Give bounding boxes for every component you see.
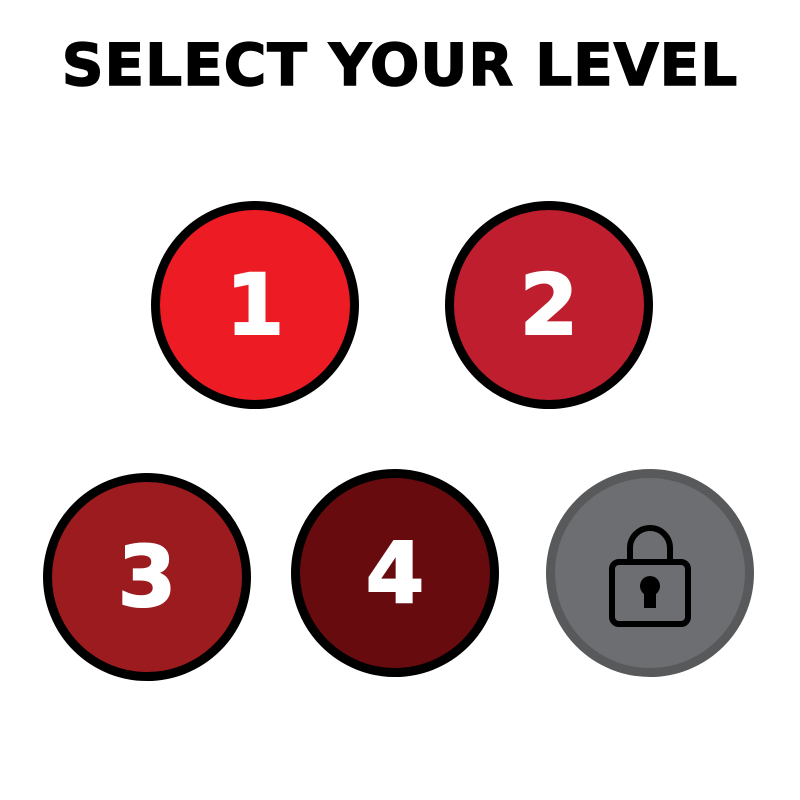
level-1-button[interactable]: 1: [151, 201, 359, 409]
level-2-button[interactable]: 2: [445, 201, 653, 409]
level-1-label: 1: [225, 256, 285, 354]
level-3-button[interactable]: 3: [43, 473, 251, 681]
level-4-button[interactable]: 4: [291, 469, 499, 677]
locked-level-button[interactable]: [546, 469, 754, 677]
level-4-label: 4: [365, 524, 425, 622]
level-3-label: 3: [117, 528, 177, 626]
page-title: SELECT YOUR LEVEL: [61, 30, 739, 100]
level-2-label: 2: [519, 256, 579, 354]
lock-icon: [609, 525, 691, 627]
